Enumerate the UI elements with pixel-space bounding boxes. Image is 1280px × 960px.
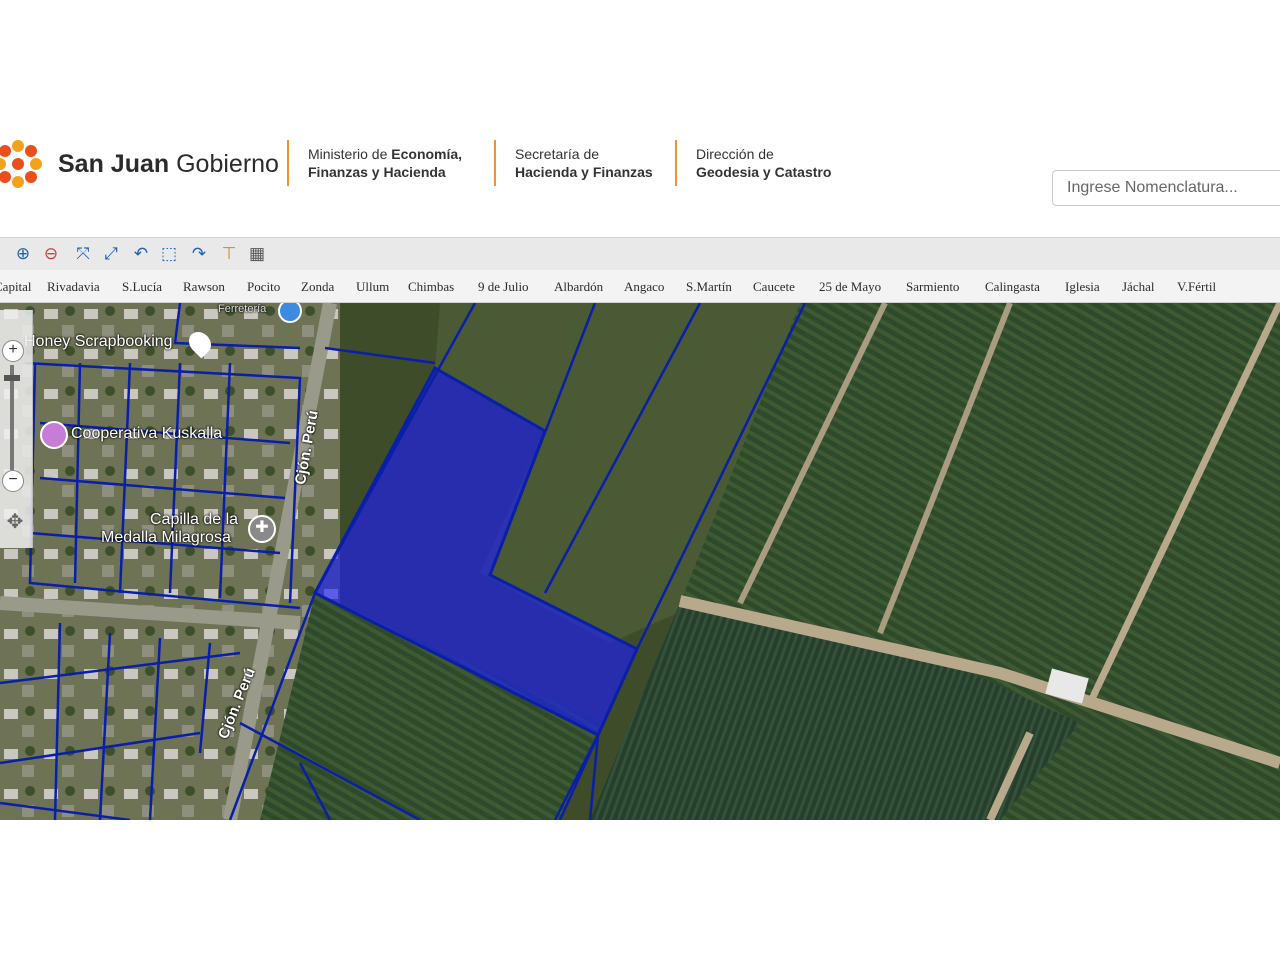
org-direccion: Dirección de Geodesia y Catastro [696,145,831,181]
grid-icon[interactable]: ▦ [246,243,268,265]
dept-link[interactable]: Rivadavia [47,279,100,295]
dept-link[interactable]: V.Fértil [1177,279,1216,295]
satellite-map[interactable]: Honey Scrapbooking Cooperativa Kuskalla … [0,303,1280,820]
dept-link[interactable]: 25 de Mayo [819,279,881,295]
dept-link[interactable]: Jáchal [1122,279,1154,295]
dept-link[interactable]: Calingasta [985,279,1040,295]
header-divider [675,140,677,186]
dept-link[interactable]: 9 de Julio [478,279,529,295]
org3-line2: Geodesia y Catastro [696,164,832,180]
dept-link[interactable]: Chimbas [408,279,454,295]
dept-link[interactable]: Ullum [356,279,389,295]
dept-link[interactable]: Zonda [301,279,334,295]
toolbar-handle-icon[interactable]: ▏ [0,243,8,266]
full-extent-icon[interactable]: ⤧ [72,243,94,265]
sun-logo-icon [0,140,42,188]
dept-link[interactable]: Sarmiento [906,279,959,295]
zoom-slider-handle[interactable] [4,375,20,381]
dept-link[interactable]: Pocito [247,279,280,295]
header-divider [287,140,289,186]
zoom-out-icon[interactable]: ⊖ [40,243,62,265]
poi-label[interactable]: Capilla de la [150,511,238,529]
fit-extent-icon[interactable]: ⤢ [100,243,122,265]
brand-name[interactable]: San Juan Gobierno [58,150,279,179]
dept-link[interactable]: Caucete [753,279,795,295]
map-toolbar: ▏ ⊕ ⊖ ⤧ ⤢ ↶ ⬚ ↷ ⊤ ▦ [0,237,1280,270]
nomenclatura-search-input[interactable] [1052,170,1280,206]
brand-light: Gobierno [176,150,279,178]
poi-label[interactable]: Ferretería [218,303,266,315]
map-canvas [0,303,1280,820]
cooperative-poi-icon[interactable] [40,421,68,449]
dept-link[interactable]: Angaco [624,279,664,295]
org1-line2: Finanzas y Hacienda [308,164,446,180]
org3-line1: Dirección de [696,146,774,162]
church-icon[interactable]: ✚ [248,515,276,543]
brand-bold: San Juan [58,150,170,178]
org2-line1: Secretaría de [515,146,600,162]
org-secretaria: Secretaría de Hacienda y Finanzas [515,145,653,181]
undo-icon[interactable]: ↶ [130,243,152,265]
poi-label[interactable]: Honey Scrapbooking [24,333,173,351]
department-bar: Capital Rivadavia S.Lucía Rawson Pocito … [0,270,1280,303]
header-divider [494,140,496,186]
poi-label[interactable]: Medalla Milagrosa [101,529,231,547]
redo-icon[interactable]: ↷ [188,243,210,265]
org1-line1-bold: Economía, [391,146,463,162]
dept-link[interactable]: S.Martín [686,279,732,295]
dept-link[interactable]: Iglesia [1065,279,1100,295]
org1-line1-plain: Ministerio de [308,146,392,162]
measure-icon[interactable]: ⊤ [218,243,240,265]
dept-link[interactable]: Rawson [183,279,225,295]
zoom-minus-button[interactable]: − [2,470,24,492]
pan-control-icon[interactable]: ✥ [0,500,30,544]
zoom-control: + − ✥ [0,310,33,548]
zoom-in-icon[interactable]: ⊕ [12,243,34,265]
select-icon[interactable]: ⬚ [158,243,180,265]
zoom-plus-button[interactable]: + [2,340,24,362]
org2-line2: Hacienda y Finanzas [515,164,653,180]
poi-label[interactable]: Cooperativa Kuskalla [71,425,222,443]
org-ministerio: Ministerio de Economía, Finanzas y Hacie… [308,145,462,181]
dept-link[interactable]: Capital [0,279,32,295]
dept-link[interactable]: Albardón [554,279,603,295]
dept-link[interactable]: S.Lucía [122,279,162,295]
